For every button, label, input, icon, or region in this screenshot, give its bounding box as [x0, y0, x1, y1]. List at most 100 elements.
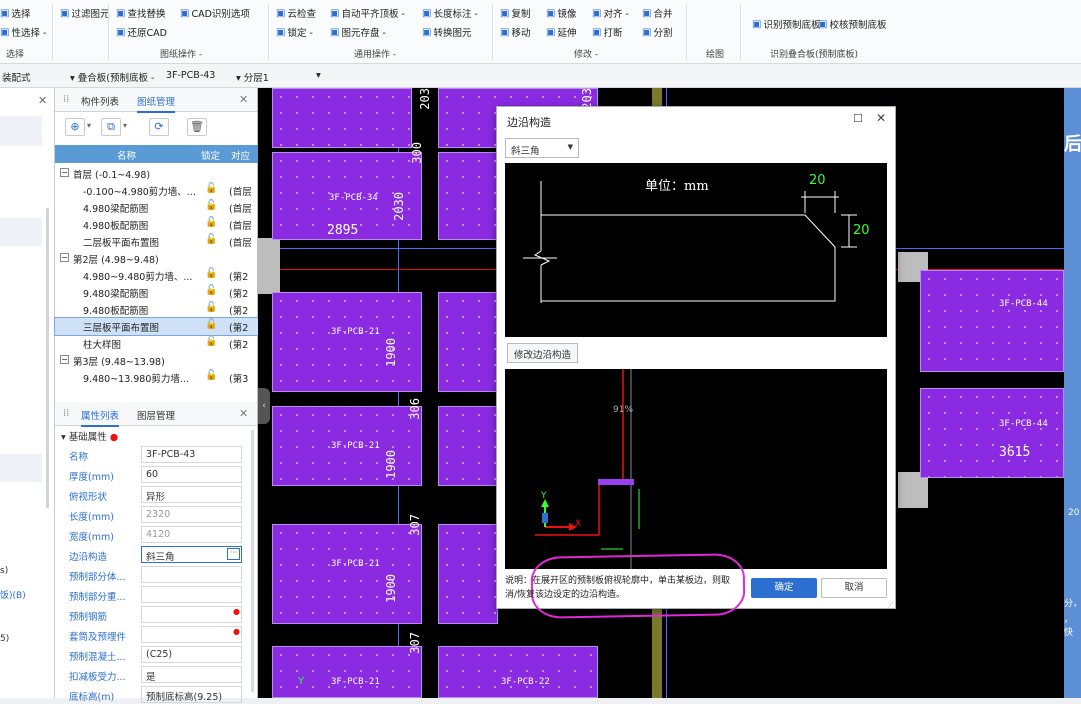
ribbon-button[interactable]: ▣ 云检查: [276, 6, 316, 21]
unlock-icon[interactable]: 🔓: [205, 370, 217, 381]
collapse-icon[interactable]: −: [60, 253, 69, 262]
split-drawing-icon[interactable]: ⧉: [101, 118, 121, 136]
precast-slab[interactable]: [438, 292, 498, 392]
property-value[interactable]: 2320: [141, 506, 242, 523]
section-basic-properties[interactable]: ▾ 基础属性 ●: [61, 429, 118, 443]
drawing-row[interactable]: 4.980板配筋图 🔓 (首层: [55, 216, 258, 233]
drawing-row[interactable]: 柱大样图 🔓 (第2: [55, 335, 258, 352]
tab-property-list[interactable]: 属性列表: [81, 408, 120, 427]
property-value[interactable]: [141, 566, 242, 583]
ellipsis-button[interactable]: ···: [227, 548, 240, 560]
drawing-row[interactable]: − 第3层 (9.48~13.98): [55, 352, 258, 369]
drawing-row[interactable]: 4.980~9.480剪力墙、... 🔓 (第2: [55, 267, 258, 284]
ribbon-button[interactable]: ▣ 转换图元: [422, 25, 471, 40]
ribbon-button[interactable]: ▣ 打断: [592, 25, 622, 40]
ok-button[interactable]: 确定: [751, 578, 817, 598]
property-value[interactable]: [141, 586, 242, 603]
property-value[interactable]: 异形: [141, 486, 242, 503]
drawing-row[interactable]: − 第2层 (4.98~9.48): [55, 250, 258, 267]
drag-handle-icon[interactable]: ⁞⁞: [63, 408, 69, 419]
precast-slab[interactable]: 3F-PCB-21: [272, 524, 422, 624]
precast-slab[interactable]: 3F-PCB-21: [272, 646, 422, 698]
ribbon-button[interactable]: ▣ 镜像: [546, 6, 576, 21]
drawing-row[interactable]: -0.100~4.980剪力墙、... 🔓 (首层: [55, 182, 258, 199]
ribbon-button[interactable]: ▣ 识别预制底板: [752, 17, 820, 32]
unlock-icon[interactable]: 🔓: [205, 285, 217, 296]
close-icon[interactable]: ✕: [38, 94, 47, 107]
unlock-icon[interactable]: 🔓: [205, 319, 217, 330]
precast-slab[interactable]: [438, 524, 498, 624]
precast-slab[interactable]: 3F-PCB-21: [272, 406, 422, 486]
chevron-down-icon[interactable]: ▾: [123, 121, 127, 130]
property-value[interactable]: 预制底标高(9.25): [141, 686, 242, 703]
delete-icon[interactable]: 🗑: [187, 118, 207, 136]
drawing-row[interactable]: 三层板平面布置图 🔓 (第2: [54, 317, 259, 336]
modify-edge-button[interactable]: 修改边沿构造: [507, 343, 579, 363]
ribbon-button[interactable]: ▣ 移动: [500, 25, 530, 40]
ribbon-button[interactable]: ▣ 对齐 -: [592, 6, 629, 21]
resize-grip-icon[interactable]: ⋰: [887, 601, 894, 609]
unlock-icon[interactable]: 🔓: [205, 200, 217, 211]
unlock-icon[interactable]: 🔓: [205, 302, 217, 313]
ribbon-button[interactable]: ▣ 合并: [642, 6, 672, 21]
drag-handle-icon[interactable]: ⁞⁞: [63, 94, 69, 105]
close-icon[interactable]: ✕: [876, 111, 886, 125]
precast-slab[interactable]: 3F-PCB-21: [272, 292, 422, 392]
precast-slab[interactable]: 3F-PCB-22: [438, 646, 598, 698]
floor-type-select[interactable]: ▾ 叠合板(预制底板 -: [70, 70, 154, 84]
layer-extra-dropdown[interactable]: ▾: [316, 70, 321, 81]
property-value[interactable]: 4120: [141, 526, 242, 543]
scrollbar[interactable]: [46, 208, 49, 508]
ribbon-button[interactable]: ▣ 还原CAD: [116, 25, 167, 40]
left-panel-item[interactable]: [0, 454, 42, 482]
collapse-icon[interactable]: −: [60, 168, 69, 177]
ribbon-button[interactable]: ▣ 长度标注 -: [422, 6, 478, 21]
drawing-row[interactable]: 二层板平面布置图 🔓 (首层: [55, 233, 258, 250]
drawing-row[interactable]: 4.980梁配筋图 🔓 (首层: [55, 199, 258, 216]
edge-type-select[interactable]: 斜三角 ▼: [505, 138, 579, 158]
cancel-button[interactable]: 取消: [821, 578, 887, 598]
property-value[interactable]: 是: [141, 666, 242, 683]
property-value[interactable]: 3F-PCB-43: [141, 446, 242, 463]
close-icon[interactable]: ✕: [239, 407, 248, 420]
ribbon-button[interactable]: ▣ 性选择 -: [0, 25, 46, 40]
unlock-icon[interactable]: 🔓: [205, 183, 217, 194]
ribbon-button[interactable]: ▣ 图元存盘 -: [330, 25, 386, 40]
drawing-row[interactable]: 9.480梁配筋图 🔓 (第2: [55, 284, 258, 301]
ribbon-button[interactable]: ▣ 查找替换: [116, 6, 165, 21]
ribbon-button[interactable]: ▣ 延伸: [546, 25, 576, 40]
tab-drawing-management[interactable]: 图纸管理: [137, 94, 176, 113]
precast-slab[interactable]: [438, 406, 498, 486]
unlock-icon[interactable]: 🔓: [205, 336, 217, 347]
ribbon-button[interactable]: ▣ 分割: [642, 25, 672, 40]
chevron-down-icon[interactable]: ▾: [87, 121, 91, 130]
ribbon-button[interactable]: ▣ CAD识别选项: [180, 6, 250, 21]
property-value[interactable]: [141, 606, 242, 623]
add-drawing-icon[interactable]: ⊕: [65, 118, 85, 136]
close-icon[interactable]: ✕: [239, 93, 248, 106]
ribbon-button[interactable]: ▣ 过滤图元: [60, 6, 109, 21]
drawing-row[interactable]: 9.480~13.980剪力墙... 🔓 (第3: [55, 369, 258, 386]
slab-outline-preview[interactable]: 91% Y X: [505, 369, 887, 569]
refresh-icon[interactable]: ⟳: [149, 118, 169, 136]
drawing-row[interactable]: 9.480板配筋图 🔓 (第2: [55, 301, 258, 318]
precast-slab[interactable]: [272, 88, 412, 148]
collapse-icon[interactable]: −: [60, 355, 69, 364]
property-value[interactable]: 60: [141, 466, 242, 483]
ribbon-button[interactable]: ▣ 选择: [0, 6, 30, 21]
scrollbar[interactable]: [251, 430, 254, 692]
precast-slab[interactable]: 3F-PCB-44: [920, 270, 1064, 372]
tab-layer-management[interactable]: 图层管理: [137, 408, 175, 422]
property-value[interactable]: [141, 626, 242, 643]
ribbon-button[interactable]: ▣ 自动平齐顶板 -: [330, 6, 405, 21]
unlock-icon[interactable]: 🔓: [205, 217, 217, 228]
ribbon-button[interactable]: ▣ 校核预制底板: [818, 17, 886, 32]
ribbon-button[interactable]: ▣ 复制: [500, 6, 530, 21]
unlock-icon[interactable]: 🔓: [205, 268, 217, 279]
unlock-icon[interactable]: 🔓: [205, 234, 217, 245]
precast-slab[interactable]: 3F-PCB-44 3615: [920, 388, 1064, 478]
maximize-icon[interactable]: ☐: [853, 112, 863, 125]
collapse-handle-icon[interactable]: ‹: [258, 388, 270, 424]
property-value[interactable]: (C25): [141, 646, 242, 663]
drawing-row[interactable]: − 首层 (-0.1~4.98): [55, 165, 258, 182]
